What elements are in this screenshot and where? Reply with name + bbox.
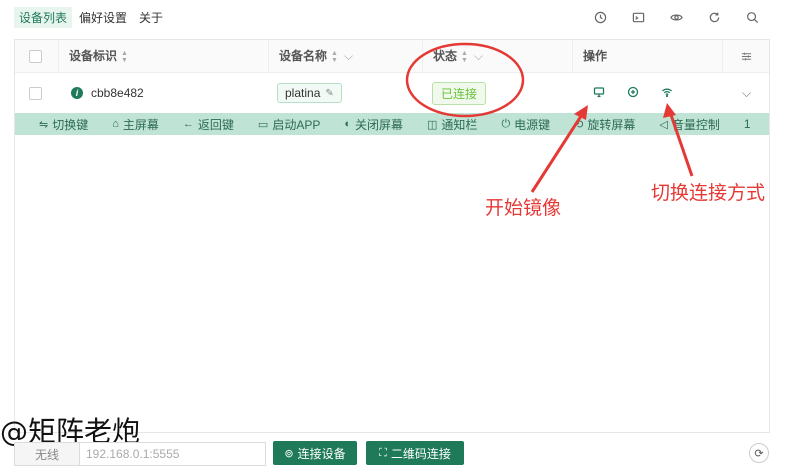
toolbar-label: 启动APP bbox=[272, 117, 321, 132]
row-checkbox[interactable] bbox=[29, 86, 42, 100]
toolbar-label: 关闭屏幕 bbox=[355, 117, 404, 132]
toolbar-back[interactable]: ← 返回键 bbox=[183, 116, 234, 133]
eye-icon[interactable] bbox=[657, 8, 695, 26]
header-id[interactable]: 设备标识 ▲ ▼ bbox=[59, 40, 269, 72]
qr-connect-button[interactable]: ⛶ 二维码连接 bbox=[366, 441, 464, 465]
ops-cell bbox=[593, 73, 673, 113]
table-tools bbox=[581, 8, 771, 26]
history-icon[interactable] bbox=[581, 8, 619, 26]
chevron-down-icon[interactable]: ⌵ bbox=[344, 49, 353, 63]
chevron-down-icon[interactable]: ⌵ bbox=[474, 49, 483, 63]
toolbar-more[interactable]: 1 bbox=[744, 117, 751, 131]
app-icon: ▭ bbox=[257, 118, 269, 131]
toolbar-switch-key[interactable]: ⇋ 切换键 bbox=[39, 116, 88, 133]
volume-icon: ◁ bbox=[659, 118, 668, 131]
toggle-icon: ◐ bbox=[344, 118, 351, 130]
toolbar-notifications[interactable]: ◫ 通知栏 bbox=[427, 116, 477, 133]
toolbar-label: 主屏幕 bbox=[122, 117, 159, 132]
toolbar-screen-off[interactable]: ◐ 关闭屏幕 bbox=[344, 116, 403, 133]
header-select-cell bbox=[15, 40, 59, 72]
toolbar-volume[interactable]: ◁ 音量控制 bbox=[659, 116, 719, 133]
status-cell: 已连接 bbox=[432, 73, 487, 113]
tab-device-list[interactable]: 设备列表 bbox=[14, 6, 73, 28]
header-ops-label: 操作 bbox=[583, 49, 608, 63]
terminal-icon[interactable] bbox=[619, 8, 657, 26]
table-header: 设备标识 ▲ ▼ 设备名称 ▲ ▼ ⌵ 状态 ▲ ▼ ⌵ 操作 bbox=[15, 40, 769, 73]
toolbar-label: 1 bbox=[743, 117, 751, 131]
rotate-icon: ⟲ bbox=[574, 118, 584, 131]
sort-icon[interactable]: ▲ ▼ bbox=[461, 50, 468, 64]
header-ops: 操作 bbox=[573, 40, 723, 72]
row-select-cell bbox=[29, 73, 42, 113]
qr-scan-icon: ⛶ bbox=[379, 446, 387, 459]
column-settings-icon[interactable] bbox=[723, 40, 771, 72]
edit-pencil-icon[interactable]: ✎ bbox=[325, 88, 333, 99]
home-icon: ⌂ bbox=[112, 118, 119, 130]
power-icon: ⏻ bbox=[501, 117, 511, 130]
wireless-address-field: 无线 bbox=[14, 442, 266, 466]
connect-label: 连接设备 bbox=[297, 446, 346, 461]
qr-label: 二维码连接 bbox=[390, 446, 451, 461]
header-name-label: 设备名称 bbox=[279, 49, 328, 63]
toolbar-label: 切换键 bbox=[52, 117, 89, 132]
back-arrow-icon: ← bbox=[182, 118, 194, 130]
ip-address-input[interactable] bbox=[80, 443, 265, 465]
sort-icon[interactable]: ▲ ▼ bbox=[331, 50, 338, 64]
header-status-label: 状态 bbox=[433, 49, 458, 63]
toolbar-label: 电源键 bbox=[514, 117, 551, 132]
notification-icon: ◫ bbox=[427, 118, 438, 131]
tab-about[interactable]: 关于 bbox=[134, 7, 168, 28]
header-status[interactable]: 状态 ▲ ▼ ⌵ bbox=[423, 40, 573, 72]
monitor-icon[interactable] bbox=[593, 86, 605, 101]
refresh-icon[interactable] bbox=[695, 8, 733, 26]
connect-device-button[interactable]: ⊚ 连接设备 bbox=[273, 441, 357, 465]
device-name-cell: platina ✎ bbox=[277, 73, 342, 113]
device-name-tag[interactable]: platina ✎ bbox=[277, 83, 342, 103]
device-control-toolbar: ⇋ 切换键 ⌂ 主屏幕 ← 返回键 ▭ 启动APP ◐ 关闭屏幕 ◫ 通知栏 ⏻ 电源键 ⟲ 旋… bbox=[15, 113, 769, 135]
link-icon: ⊚ bbox=[284, 447, 294, 460]
top-nav: 设备列表 偏好设置 关于 bbox=[14, 6, 170, 28]
annotation-switch-connection: 切换连接方式 bbox=[651, 182, 766, 204]
toolbar-label: 返回键 bbox=[197, 117, 234, 132]
toolbar-rotate[interactable]: ⟲ 旋转屏幕 bbox=[574, 116, 635, 133]
toolbar-launch-app[interactable]: ▭ 启动APP bbox=[258, 116, 320, 133]
toolbar-label: 音量控制 bbox=[671, 117, 720, 132]
toolbar-power[interactable]: ⏻ 电源键 bbox=[501, 116, 550, 133]
table-row: i cbb8e482 platina ✎ 已连接 ⌵ bbox=[15, 73, 769, 114]
add-circle-icon[interactable] bbox=[627, 86, 639, 101]
device-name: platina bbox=[285, 86, 321, 100]
toolbar-label: 通知栏 bbox=[441, 117, 478, 132]
search-icon[interactable] bbox=[733, 8, 771, 26]
info-icon[interactable]: i bbox=[71, 87, 83, 99]
annotation-start-mirror: 开始镜像 bbox=[485, 197, 562, 219]
expand-row-icon[interactable]: ⌵ bbox=[742, 73, 751, 113]
status-badge: 已连接 bbox=[432, 81, 487, 105]
swap-icon: ⇋ bbox=[39, 118, 49, 131]
header-id-label: 设备标识 bbox=[69, 49, 118, 63]
device-id-cell: i cbb8e482 bbox=[71, 73, 144, 113]
tab-preferences[interactable]: 偏好设置 bbox=[74, 7, 132, 28]
sort-icon[interactable]: ▲ ▼ bbox=[121, 50, 128, 64]
select-all-checkbox[interactable] bbox=[29, 50, 42, 63]
toolbar-home[interactable]: ⌂ 主屏幕 bbox=[112, 116, 159, 133]
toolbar-label: 旋转屏幕 bbox=[587, 117, 636, 132]
device-id: cbb8e482 bbox=[91, 86, 144, 100]
header-name[interactable]: 设备名称 ▲ ▼ ⌵ bbox=[269, 40, 423, 72]
wireless-prefix: 无线 bbox=[15, 443, 80, 465]
wifi-icon[interactable] bbox=[661, 86, 673, 101]
device-table: 设备标识 ▲ ▼ 设备名称 ▲ ▼ ⌵ 状态 ▲ ▼ ⌵ 操作 i cbb8e482 plati… bbox=[14, 39, 770, 433]
reload-icon[interactable]: ⟳ bbox=[749, 443, 769, 463]
